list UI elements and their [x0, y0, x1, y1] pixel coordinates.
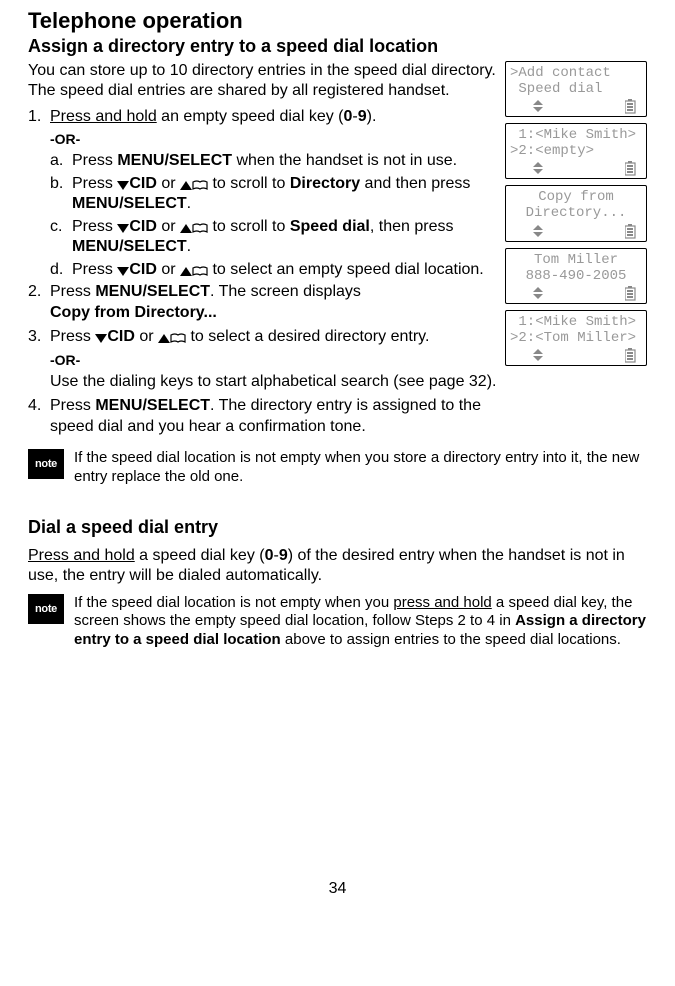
battery-icon — [625, 286, 636, 301]
or-label-2: -OR- — [50, 352, 497, 368]
updown-icon — [532, 225, 544, 238]
lcd-screen-1: >Add contact Speed dial — [505, 61, 647, 117]
step-1d: Press CID or to select an empty speed di… — [72, 260, 497, 280]
book-icon — [170, 333, 186, 344]
step-4: Press MENU/SELECT. The directory entry i… — [50, 396, 497, 437]
updown-icon — [532, 162, 544, 175]
sub-b: b. — [50, 174, 72, 215]
intro-text: You can store up to 10 directory entries… — [28, 61, 497, 101]
step-1a: Press MENU/SELECT when the handset is no… — [72, 151, 497, 171]
list-num-4: 4. — [28, 396, 50, 437]
lcd-screen-2: 1:<Mike Smith> >2:<empty> — [505, 123, 647, 179]
note-badge-icon: note — [28, 449, 64, 479]
battery-icon — [625, 161, 636, 176]
book-icon — [192, 180, 208, 191]
step-3: Press CID or to select a desired directo… — [50, 327, 497, 347]
down-arrow-icon — [117, 181, 129, 191]
note-badge-icon: note — [28, 594, 64, 624]
down-arrow-icon — [117, 224, 129, 234]
battery-icon — [625, 99, 636, 114]
down-arrow-icon — [95, 334, 107, 344]
dial-paragraph: Press and hold a speed dial key (0-9) of… — [28, 546, 647, 586]
step-1c: Press CID or to scroll to Speed dial, th… — [72, 217, 497, 258]
sub-d: d. — [50, 260, 72, 280]
list-num-3: 3. — [28, 327, 50, 347]
section-heading-dial: Dial a speed dial entry — [28, 517, 647, 538]
battery-icon — [625, 348, 636, 363]
lcd-screen-5: 1:<Mike Smith> >2:<Tom Miller> — [505, 310, 647, 366]
up-arrow-icon — [158, 334, 170, 344]
step-2: Press MENU/SELECT. The screen displays C… — [50, 282, 497, 323]
note-2-text: If the speed dial location is not empty … — [74, 594, 647, 650]
sub-c: c. — [50, 217, 72, 258]
page-title: Telephone operation — [28, 8, 647, 34]
updown-icon — [532, 287, 544, 300]
lcd-screen-4: Tom Miller 888-490-2005 — [505, 248, 647, 304]
page-number: 34 — [28, 880, 647, 898]
note-1-text: If the speed dial location is not empty … — [74, 449, 647, 487]
battery-icon — [625, 224, 636, 239]
up-arrow-icon — [180, 181, 192, 191]
list-num-2: 2. — [28, 282, 50, 323]
or-label-1: -OR- — [50, 131, 497, 147]
book-icon — [192, 266, 208, 277]
step-1b: Press CID or to scroll to Directory and … — [72, 174, 497, 215]
down-arrow-icon — [117, 267, 129, 277]
updown-icon — [532, 100, 544, 113]
lcd-screen-3: Copy from Directory... — [505, 185, 647, 241]
sub-a: a. — [50, 151, 72, 171]
step-1: Press and hold an empty speed dial key (… — [50, 107, 497, 127]
updown-icon — [532, 349, 544, 362]
section-heading-assign: Assign a directory entry to a speed dial… — [28, 36, 647, 57]
up-arrow-icon — [180, 224, 192, 234]
step-3-alt: Use the dialing keys to start alphabetic… — [50, 372, 497, 392]
book-icon — [192, 223, 208, 234]
list-num-1: 1. — [28, 107, 50, 127]
up-arrow-icon — [180, 267, 192, 277]
